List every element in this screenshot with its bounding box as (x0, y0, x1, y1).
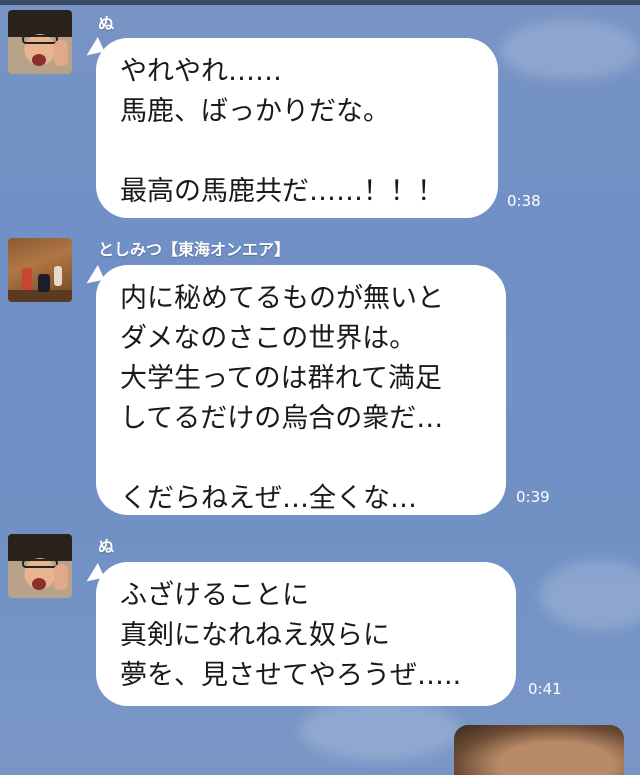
image-message-thumbnail[interactable] (454, 725, 624, 775)
sender-avatar[interactable] (8, 534, 72, 598)
message-timestamp: 0:38 (507, 192, 541, 210)
message-line: 真剣になれねえ奴らに (120, 620, 390, 651)
status-bar-edge (0, 0, 640, 5)
message-timestamp: 0:41 (528, 680, 562, 698)
glasses-icon (22, 559, 58, 568)
sender-avatar[interactable] (8, 238, 72, 302)
message-bubble[interactable]: やれやれ…… 馬鹿、ばっかりだな。 最高の馬鹿共だ……！！！ (96, 38, 498, 218)
message-line: ダメなのさこの世界は。 (120, 323, 417, 354)
message-line: ふざけることに (120, 580, 309, 611)
message-line: 大学生ってのは群れて満足 (120, 363, 442, 394)
message-line: 夢を、見させてやろうぜ….. (120, 660, 462, 691)
sender-avatar[interactable] (8, 10, 72, 74)
sender-name: ぬ (98, 537, 115, 556)
sender-name: としみつ【東海オンエア】 (98, 240, 291, 259)
background-cloud (300, 700, 460, 760)
sender-name: ぬ (98, 14, 115, 33)
message-line: 馬鹿、ばっかりだな。 (120, 96, 390, 127)
message-line: やれやれ…… (120, 56, 282, 87)
message-bubble[interactable]: 内に秘めてるものが無いと ダメなのさこの世界は。 大学生ってのは群れて満足 して… (96, 265, 506, 515)
background-cloud (540, 560, 640, 630)
message-bubble[interactable]: ふざけることに 真剣になれねえ奴らに 夢を、見させてやろうぜ….. (96, 562, 516, 706)
message-timestamp: 0:39 (516, 488, 550, 506)
background-cloud (500, 20, 640, 80)
glasses-icon (22, 35, 58, 44)
message-line: してるだけの烏合の衆だ… (120, 403, 444, 434)
message-line: 内に秘めてるものが無いと (120, 283, 444, 314)
message-line: 最高の馬鹿共だ……！！！ (120, 176, 444, 207)
message-line: くだらねえぜ…全くな… (120, 483, 417, 514)
